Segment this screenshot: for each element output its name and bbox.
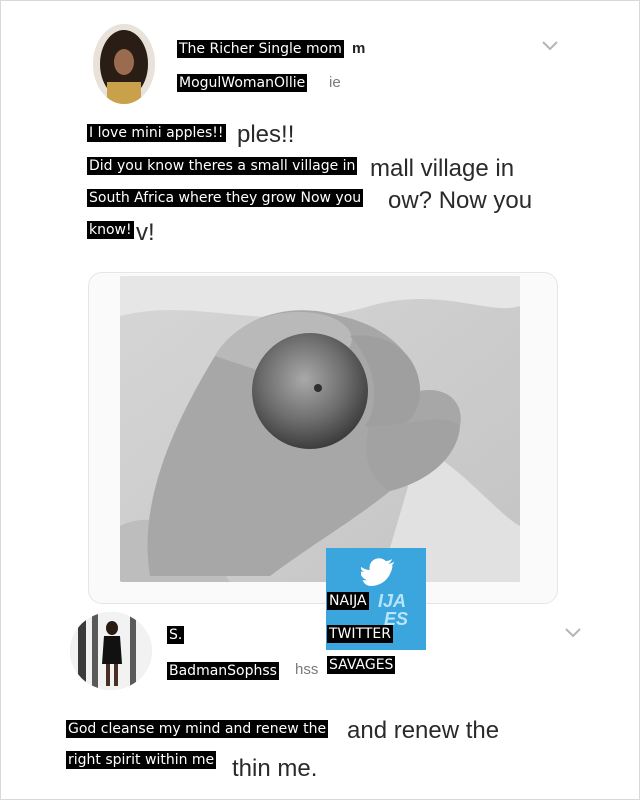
tweet-text-ghost-line: thin me.: [232, 755, 318, 782]
tweet-photo[interactable]: [120, 276, 520, 582]
watermark-line: NAIJA: [327, 592, 369, 610]
handle[interactable]: BadmanSophss: [167, 662, 279, 680]
watermark-line: SAVAGES: [327, 656, 396, 674]
tweet-text-line: I love mini apples!!: [87, 124, 226, 142]
avatar[interactable]: [93, 24, 155, 104]
tweet-text-ghost-line: ples!!: [237, 121, 295, 148]
display-name-tail: m: [352, 40, 366, 57]
handle[interactable]: MogulWomanOllie: [177, 74, 308, 92]
profile-photo: [70, 612, 152, 690]
tweet-text-line: know!: [87, 221, 134, 239]
tweet-text-line: South Africa where they grow Now you: [87, 189, 364, 207]
bird-icon: [361, 558, 394, 586]
display-name[interactable]: The Richer Single mom: [177, 40, 344, 58]
tweet-text-line: Did you know theres a small village in: [87, 157, 358, 175]
avatar[interactable]: [70, 612, 152, 690]
profile-photo: [93, 24, 155, 104]
tweet-text-line: God cleanse my mind and renew the: [66, 720, 329, 738]
tweet-text-ghost-line: mall village in: [370, 155, 515, 182]
watermark-ghost-text: IJA: [378, 591, 407, 611]
chevron-down-icon[interactable]: [563, 627, 583, 639]
tweet-text-line: right spirit within me: [66, 751, 217, 769]
hand-holding-apple-image: [120, 276, 520, 582]
watermark-line: TWITTER: [327, 625, 393, 643]
handle-tail: ie: [329, 74, 341, 91]
chevron-down-icon[interactable]: [540, 40, 560, 52]
tweet-text-ghost-line: v!: [136, 219, 155, 246]
handle-tail: hss: [295, 661, 319, 678]
tweet-text-ghost-line: ow? Now you: [388, 187, 533, 214]
tweet-text-ghost-line: and renew the: [347, 717, 500, 744]
display-name[interactable]: S.: [167, 626, 185, 644]
